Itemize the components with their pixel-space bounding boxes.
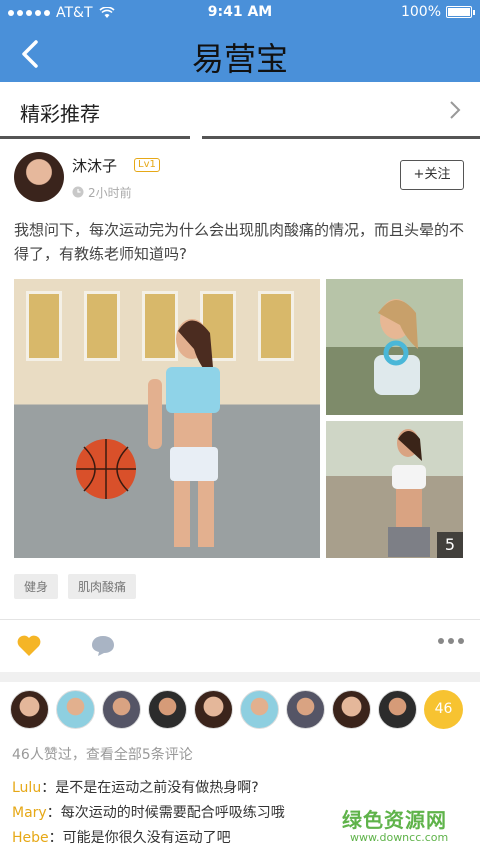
avatar[interactable] — [10, 690, 49, 729]
status-bar: AT&T 9:41 AM 100% — [0, 0, 480, 26]
post-header: 沐沐子 Lv1 2小时前 +关注 — [0, 140, 480, 210]
avatar[interactable] — [56, 690, 95, 729]
like-count-badge[interactable]: 46 — [424, 690, 463, 729]
comment-text: ：每次运动的时候需要配合呼吸练习哦 — [46, 805, 285, 821]
page-title: 易营宝 — [191, 40, 288, 78]
section-header[interactable]: 精彩推荐 — [0, 82, 480, 140]
post-content: 我想问下，每次运动完为什么会出现肌肉酸痛的情况，而且头晕的不得了，有教练老师知道… — [14, 221, 465, 263]
basketball-image — [76, 439, 136, 499]
post-time: 2小时前 — [88, 186, 132, 200]
battery-percent: 100% — [400, 4, 441, 20]
avatar[interactable] — [194, 690, 233, 729]
heart-icon[interactable] — [16, 634, 42, 658]
post-photo-main[interactable] — [14, 279, 320, 558]
avatar[interactable] — [286, 690, 325, 729]
avatar[interactable] — [148, 690, 187, 729]
comment-text: ：是不是在运动之前没有做热身啊? — [41, 780, 259, 796]
action-bar — [0, 620, 480, 670]
comment-text: ：可能是你很久没有运动了吧 — [48, 830, 231, 846]
follow-button[interactable]: +关注 — [400, 160, 464, 190]
photo-figure — [374, 299, 420, 395]
section-separator — [0, 672, 480, 682]
comment-icon[interactable] — [90, 634, 116, 658]
chevron-right-icon[interactable] — [448, 100, 462, 120]
post-photo-3[interactable]: 5 — [326, 421, 463, 558]
avatar[interactable] — [378, 690, 417, 729]
clock-icon — [72, 186, 84, 198]
avatar[interactable] — [332, 690, 371, 729]
liker-avatars[interactable]: 46 — [10, 690, 463, 729]
watermark-logo: 绿色资源网 — [342, 808, 447, 832]
tag-item[interactable]: 健身 — [14, 574, 59, 599]
tag-list: 健身 肌肉酸痛 — [14, 574, 137, 599]
username[interactable]: 沐沐子 — [72, 155, 117, 176]
comment-author[interactable]: Mary — [12, 805, 47, 821]
more-icon[interactable] — [438, 638, 464, 644]
comment-author[interactable]: Hebe — [12, 830, 49, 846]
photo-figure — [148, 319, 220, 547]
like-summary[interactable]: 46人赞过，查看全部5条评论 — [12, 744, 193, 764]
tag-item[interactable]: 肌肉酸痛 — [68, 574, 137, 599]
section-divider-left — [0, 136, 190, 139]
avatar[interactable] — [102, 690, 141, 729]
post-photo-2[interactable] — [326, 279, 463, 415]
comment-author[interactable]: Lulu — [12, 780, 41, 796]
nav-bar: 易营宝 — [0, 26, 480, 82]
photo-count-badge: 5 — [437, 532, 463, 558]
section-divider-right — [202, 136, 480, 139]
section-title: 精彩推荐 — [20, 102, 100, 126]
comment-item[interactable]: Lulu：是不是在运动之前没有做热身啊? — [12, 776, 472, 801]
level-badge: Lv1 — [134, 158, 160, 172]
watermark-url: www.downcc.com — [350, 831, 449, 844]
avatar[interactable] — [240, 690, 279, 729]
avatar[interactable] — [14, 152, 64, 202]
battery-icon — [446, 6, 475, 18]
